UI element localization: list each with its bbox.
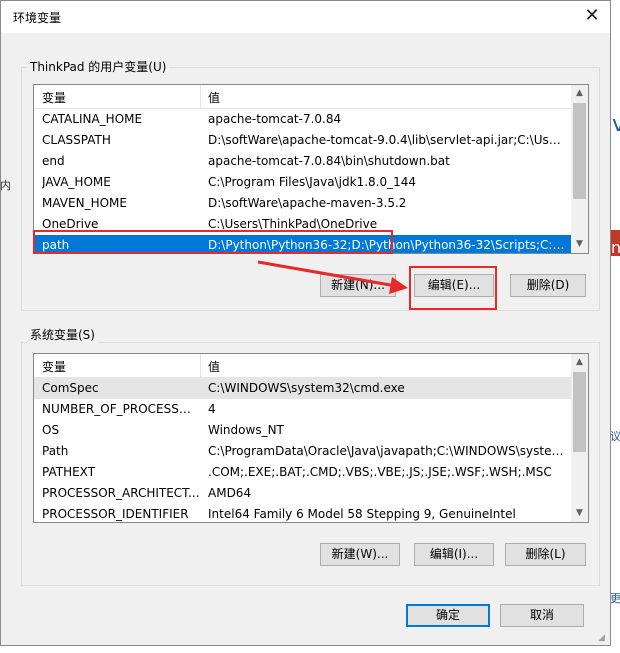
annotation-arrow xyxy=(257,260,408,294)
annotation-arrow-line xyxy=(257,260,397,288)
annotation-arrow-head xyxy=(389,277,408,294)
